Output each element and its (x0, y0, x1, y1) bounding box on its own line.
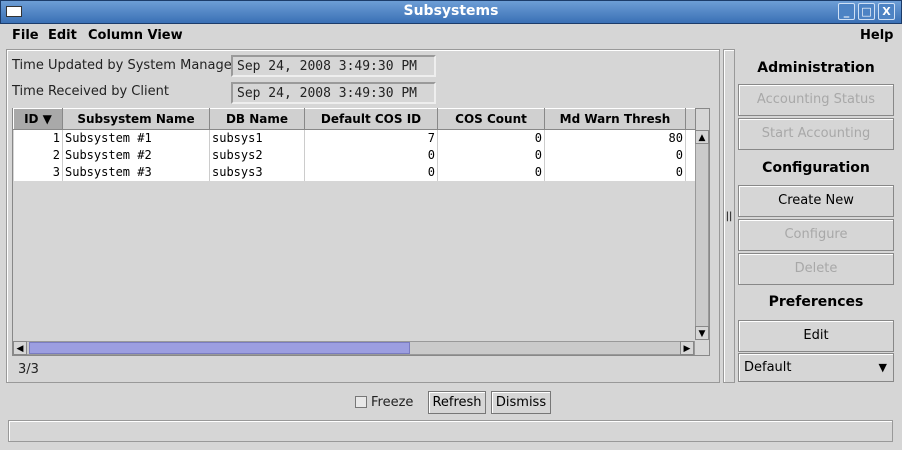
freeze-label[interactable]: Freeze (371, 395, 413, 410)
cell-md-warn: 0 (544, 146, 686, 164)
time-received-label: Time Received by Client (12, 84, 169, 99)
create-new-button[interactable]: Create New (738, 185, 894, 217)
chevron-down-icon: ▼ (878, 361, 887, 374)
cell-filler (685, 129, 696, 147)
cell-db: subsys3 (209, 163, 305, 181)
column-header-default-cos-id[interactable]: Default COS ID (304, 108, 438, 130)
close-button[interactable]: X (878, 3, 895, 20)
scroll-down-icon[interactable]: ▼ (695, 326, 709, 340)
edit-preferences-button[interactable]: Edit (738, 320, 894, 352)
cell-id: 1 (13, 129, 63, 147)
configure-button[interactable]: Configure (738, 219, 894, 251)
cell-cos-count: 0 (437, 163, 545, 181)
cell-cos-count: 0 (437, 129, 545, 147)
column-header-id[interactable]: ID ▼ (13, 108, 63, 130)
menu-edit[interactable]: Edit (48, 28, 77, 43)
preferences-select-value: Default (744, 360, 792, 375)
cell-filler (685, 146, 696, 164)
column-header-filler (685, 108, 696, 130)
menu-column-view[interactable]: Column View (88, 28, 183, 43)
preferences-heading: Preferences (768, 294, 864, 310)
start-accounting-button[interactable]: Start Accounting (738, 118, 894, 150)
configuration-heading: Configuration (762, 160, 870, 176)
table-row[interactable]: 2 Subsystem #2 subsys2 0 0 0 (13, 146, 696, 164)
freeze-checkbox[interactable] (355, 396, 367, 408)
cell-name: Subsystem #2 (62, 146, 210, 164)
menu-file[interactable]: File (12, 28, 39, 43)
minimize-button[interactable]: _ (838, 3, 855, 20)
time-received-field: Sep 24, 2008 3:49:30 PM (231, 82, 436, 104)
row-count: 3/3 (18, 362, 39, 377)
time-updated-label: Time Updated by System Manager (12, 58, 238, 73)
scroll-right-icon[interactable]: ▶ (680, 341, 694, 355)
cell-cos-id: 7 (304, 129, 438, 147)
split-divider-handle[interactable]: || (723, 49, 735, 383)
scroll-left-icon[interactable]: ◀ (13, 341, 27, 355)
administration-heading: Administration (757, 60, 875, 76)
column-header-db-name[interactable]: DB Name (209, 108, 305, 130)
cell-cos-id: 0 (304, 146, 438, 164)
window-title: Subsystems (403, 3, 499, 19)
cell-name: Subsystem #3 (62, 163, 210, 181)
vertical-scrollbar[interactable] (695, 130, 709, 340)
horizontal-scroll-thumb[interactable] (29, 342, 410, 354)
menu-help[interactable]: Help (860, 28, 893, 43)
table-row[interactable]: 3 Subsystem #3 subsys3 0 0 0 (13, 163, 696, 181)
cell-db: subsys2 (209, 146, 305, 164)
column-header-subsystem-name[interactable]: Subsystem Name (62, 108, 210, 130)
table-row[interactable]: 1 Subsystem #1 subsys1 7 0 80 (13, 129, 696, 147)
cell-cos-count: 0 (437, 146, 545, 164)
scroll-up-icon[interactable]: ▲ (695, 130, 709, 144)
cell-md-warn: 0 (544, 163, 686, 181)
delete-button[interactable]: Delete (738, 253, 894, 285)
cell-cos-id: 0 (304, 163, 438, 181)
maximize-button[interactable]: □ (858, 3, 875, 20)
status-bar (8, 420, 893, 442)
cell-md-warn: 80 (544, 129, 686, 147)
time-updated-field: Sep 24, 2008 3:49:30 PM (231, 55, 436, 77)
cell-name: Subsystem #1 (62, 129, 210, 147)
cell-filler (685, 163, 696, 181)
refresh-button[interactable]: Refresh (428, 391, 486, 414)
column-header-md-warn-thresh[interactable]: Md Warn Thresh (544, 108, 686, 130)
cell-id: 2 (13, 146, 63, 164)
accounting-status-button[interactable]: Accounting Status (738, 84, 894, 116)
subsystems-table: ID ▼ Subsystem Name DB Name Default COS … (13, 108, 696, 181)
dismiss-button[interactable]: Dismiss (491, 391, 551, 414)
cell-id: 3 (13, 163, 63, 181)
preferences-select[interactable]: Default ▼ (738, 353, 894, 382)
column-header-cos-count[interactable]: COS Count (437, 108, 545, 130)
cell-db: subsys1 (209, 129, 305, 147)
